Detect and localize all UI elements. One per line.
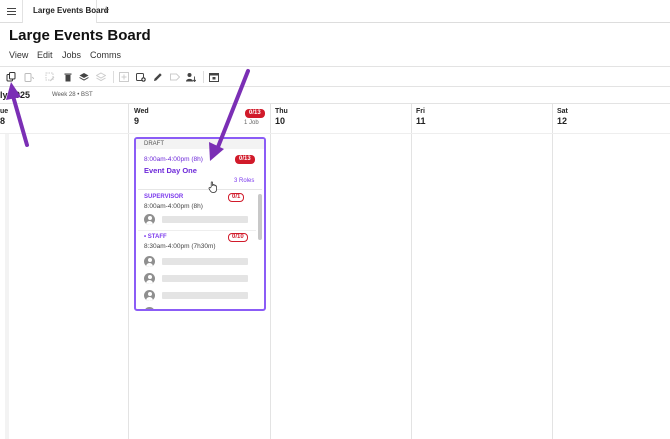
event-roles-count[interactable]: 3 Roles (234, 178, 254, 184)
header-divider (0, 133, 670, 134)
month-label: ly 2025 (0, 90, 31, 100)
day-number: 11 (416, 116, 426, 126)
day-name: Wed (134, 108, 149, 115)
week-label: Week 28 • BST (52, 92, 93, 98)
avatar-placeholder-icon (144, 273, 155, 284)
roles-scrollbar-thumb[interactable] (258, 194, 262, 240)
add-event-icon[interactable] (136, 72, 146, 82)
tab-bar: Large Events Board + (0, 0, 670, 23)
roles-list: SUPERVISOR 0/1 8:00am-4:00pm (8h) • STAF… (136, 190, 256, 311)
tab-label: Large Events Board (33, 6, 109, 15)
shift-slot[interactable] (144, 256, 248, 267)
toolbar-divider (113, 71, 114, 83)
day-header-wed[interactable]: Wed 9 (134, 108, 149, 126)
day-header-thu[interactable]: Thu 10 (275, 108, 288, 126)
add-tab-button[interactable]: + (103, 4, 109, 16)
event-time: 8:00am-4:00pm (8h) (144, 156, 203, 163)
edit-selection-icon[interactable] (45, 72, 55, 82)
role-fill-badge: 0/1 (228, 193, 245, 202)
avatar-placeholder-icon (144, 214, 155, 225)
day-name: Sat (557, 108, 568, 115)
paste-dropdown-icon[interactable] (24, 72, 34, 82)
shift-slot[interactable] (144, 214, 248, 225)
day-job-count: 1 Job (244, 120, 259, 126)
menu-jobs[interactable]: Jobs (62, 50, 81, 60)
add-shift-icon[interactable] (119, 72, 129, 82)
avatar-placeholder-icon (144, 256, 155, 267)
event-title[interactable]: Event Day One (144, 166, 197, 175)
day-divider (270, 104, 271, 439)
event-card[interactable]: DRAFT 8:00am-4:00pm (8h) 0/13 Event Day … (134, 137, 266, 311)
menu-edit[interactable]: Edit (37, 50, 53, 60)
page-title: Large Events Board (9, 27, 151, 44)
assign-user-icon[interactable] (186, 72, 196, 82)
event-fill-badge: 0/13 (235, 155, 255, 164)
toolbar (0, 66, 670, 87)
empty-slot-bar (162, 216, 248, 223)
layers-icon[interactable] (79, 72, 89, 82)
day-name: ue (0, 108, 9, 115)
day-name: Fri (416, 108, 425, 115)
day-header-sat[interactable]: Sat 12 (557, 108, 568, 126)
role-name[interactable]: SUPERVISOR (144, 194, 183, 200)
day-number: 12 (557, 116, 568, 126)
role-divider (138, 230, 256, 231)
day-divider (552, 104, 553, 439)
hamburger-icon[interactable] (0, 0, 23, 23)
avatar-placeholder-icon (144, 307, 155, 309)
tab-large-events-board[interactable]: Large Events Board (23, 0, 109, 23)
delete-icon[interactable] (63, 72, 73, 82)
role-fill-badge: 0/10 (228, 233, 248, 242)
role-time: 8:30am-4:00pm (7h30m) (144, 243, 216, 250)
day-name: Thu (275, 108, 288, 115)
shift-slot[interactable] (144, 290, 248, 301)
day-number: 8 (0, 116, 6, 126)
stack-icon[interactable] (96, 72, 106, 82)
day-header-tue[interactable]: ue 8 (0, 108, 8, 126)
role-name[interactable]: • STAFF (144, 234, 167, 240)
empty-slot-bar (162, 258, 248, 265)
shift-slot[interactable] (144, 307, 248, 311)
toolbar-divider (203, 71, 204, 83)
edit-pencil-icon[interactable] (153, 72, 163, 82)
menu-comms[interactable]: Comms (90, 50, 121, 60)
shift-slot[interactable] (144, 273, 248, 284)
event-status: DRAFT (136, 139, 264, 149)
day-fill-badge: 0/13 (245, 109, 265, 118)
day-number: 10 (275, 116, 286, 126)
day-divider (411, 104, 412, 439)
menu-view[interactable]: View (9, 50, 28, 60)
hand-cursor-icon (208, 180, 219, 193)
day-divider (128, 104, 129, 439)
copy-icon[interactable] (6, 72, 16, 82)
calendar-grid: ue 8 Wed 9 Thu 10 Fri 11 Sat 12 (0, 103, 670, 439)
calendar-icon[interactable] (209, 72, 219, 82)
tag-icon[interactable] (170, 72, 180, 82)
role-time: 8:00am-4:00pm (8h) (144, 203, 203, 210)
day-column-strip (5, 134, 9, 439)
empty-slot-bar (162, 309, 248, 311)
avatar-placeholder-icon (144, 290, 155, 301)
day-header-fri[interactable]: Fri 11 (416, 108, 426, 126)
day-number: 9 (134, 116, 140, 126)
empty-slot-bar (162, 292, 248, 299)
empty-slot-bar (162, 275, 248, 282)
